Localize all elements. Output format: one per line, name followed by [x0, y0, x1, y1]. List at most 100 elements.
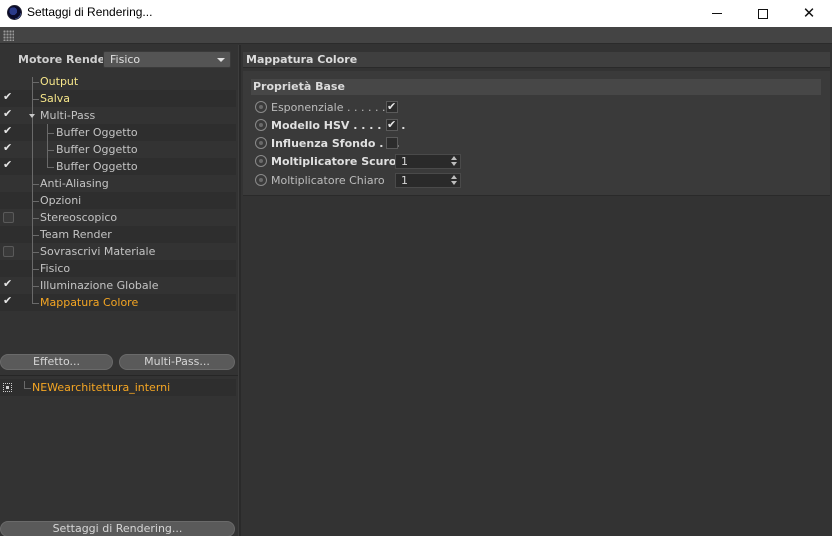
section-header: Mappatura Colore [243, 52, 830, 68]
tree-branch-line [32, 184, 39, 185]
tree-branch-line [32, 235, 39, 236]
section-title: Mappatura Colore [246, 53, 358, 66]
enabled-checkmark[interactable] [3, 277, 14, 291]
tree-item-label: Anti-Aliasing [40, 177, 109, 190]
parameter-number-input[interactable]: 1 [395, 154, 461, 169]
spinner-arrows-icon[interactable] [451, 156, 458, 167]
left-panel: Motore Render Fisico Output Salva Multi-Pa… [0, 45, 238, 536]
enabled-checkmark[interactable] [3, 107, 14, 121]
tree-branch-line [24, 388, 31, 389]
parameter-number-value: 1 [401, 174, 408, 187]
title-bar: Settaggi di Rendering... ✕ [0, 0, 832, 27]
tree-item-label: Sovrascrivi Materiale [40, 245, 156, 258]
tree-item-label: Fisico [40, 262, 71, 275]
render-preset-icon [3, 383, 12, 392]
tree-item[interactable]: Opzioni [0, 192, 236, 209]
group-title: Proprietà Base [253, 80, 345, 93]
enable-checkbox[interactable] [3, 246, 14, 257]
multipass-button[interactable]: Multi-Pass... [119, 354, 235, 370]
render-engine-row: Motore Render Fisico [0, 50, 238, 70]
tree-item[interactable]: Buffer Oggetto [0, 141, 236, 158]
render-engine-select[interactable]: Fisico [103, 51, 231, 68]
parameter-label: Esponenziale . . . . . . . [271, 101, 393, 114]
tree-item[interactable]: Salva [0, 90, 236, 107]
enabled-checkmark[interactable] [3, 294, 14, 308]
tree-item[interactable]: Team Render [0, 226, 236, 243]
parameter-label: Influenza Sfondo . . . [271, 137, 400, 150]
tree-item[interactable]: Stereoscopico [0, 209, 236, 226]
tree-item-label: Salva [40, 92, 71, 105]
tree-item-label: Buffer Oggetto [56, 126, 138, 139]
spinner-arrows-icon[interactable] [451, 175, 458, 186]
tree-item-label: Opzioni [40, 194, 82, 207]
tree-item[interactable]: Buffer Oggetto [0, 124, 236, 141]
tree-item-label: Stereoscopico [40, 211, 118, 224]
render-engine-label: Motore Render [18, 53, 111, 66]
parameter-row: Moltiplicatore Scuro 1 [253, 153, 823, 170]
expand-triangle-icon[interactable] [29, 114, 35, 118]
settings-tree: Output Salva Multi-Pass Buffer Oggetto Buffe… [0, 73, 238, 311]
effect-button[interactable]: Effetto... [0, 354, 113, 370]
tree-item-label: Buffer Oggetto [56, 160, 138, 173]
grip-handle-icon[interactable] [3, 30, 14, 41]
minimize-button[interactable] [694, 0, 740, 27]
animate-keyframe-radio-icon[interactable] [255, 119, 267, 131]
minimize-icon [712, 13, 722, 14]
tree-item[interactable]: Illuminazione Globale [0, 277, 236, 294]
tree-item[interactable]: Anti-Aliasing [0, 175, 236, 192]
tree-item[interactable]: Multi-Pass [0, 107, 236, 124]
close-button[interactable]: ✕ [786, 0, 832, 27]
parameter-row: Influenza Sfondo . . . [253, 135, 823, 152]
animate-keyframe-radio-icon[interactable] [255, 101, 267, 113]
tree-branch-line [32, 286, 39, 287]
tree-branch-line [32, 303, 39, 304]
enabled-checkmark[interactable] [3, 141, 14, 155]
close-icon: ✕ [802, 4, 816, 22]
enabled-checkmark[interactable] [3, 124, 14, 138]
tree-item-label: Multi-Pass [40, 109, 96, 122]
tree-item[interactable]: Output [0, 73, 236, 94]
render-setting-preset-item[interactable]: NEWearchitettura_interni [0, 379, 236, 396]
parameter-row: Modello HSV . . . . . . . [253, 117, 823, 134]
tree-branch-line [32, 201, 39, 202]
parameter-row: Esponenziale . . . . . . . [253, 99, 823, 116]
tree-branch-line [47, 133, 54, 134]
tree-branch-line [32, 218, 39, 219]
maximize-button[interactable] [740, 0, 786, 27]
render-engine-value: Fisico [110, 53, 141, 66]
enabled-checkmark[interactable] [3, 90, 14, 104]
tree-item-label: Team Render [40, 228, 112, 241]
render-preset-label: NEWearchitettura_interni [32, 381, 171, 394]
parameter-label: Moltiplicatore Chiaro [271, 174, 385, 187]
parameter-number-value: 1 [401, 155, 408, 168]
parameter-number-input[interactable]: 1 [395, 173, 461, 188]
parameter-row: Moltiplicatore Chiaro 1 [253, 172, 823, 189]
animate-keyframe-radio-icon[interactable] [255, 174, 267, 186]
tree-item[interactable]: Mappatura Colore [0, 294, 236, 311]
tree-item[interactable]: Sovrascrivi Materiale [0, 243, 236, 260]
parameter-checkbox[interactable] [386, 118, 398, 131]
cinema4d-app-icon [7, 5, 22, 20]
group-header[interactable]: Proprietà Base [251, 79, 821, 95]
tree-branch-line [47, 158, 48, 167]
tree-branch-line [32, 269, 39, 270]
tree-item[interactable]: Fisico [0, 260, 236, 277]
enabled-checkmark[interactable] [3, 158, 14, 172]
parameter-checkbox[interactable] [386, 100, 398, 113]
render-settings-button[interactable]: Settaggi di Rendering... [0, 521, 235, 536]
tree-branch-line [32, 82, 39, 83]
tree-branch-line [32, 158, 33, 175]
animate-keyframe-radio-icon[interactable] [255, 137, 267, 149]
tree-item[interactable]: Buffer Oggetto [0, 158, 236, 175]
tree-item-label: Output [40, 75, 79, 88]
basic-properties-group: Proprietà Base Esponenziale . . . . . . … [243, 71, 830, 196]
tree-branch-line [32, 141, 33, 158]
tree-branch-line [47, 167, 54, 168]
enable-checkbox[interactable] [3, 212, 14, 223]
tree-item-label: Illuminazione Globale [40, 279, 159, 292]
toolbar-strip [0, 27, 832, 44]
tree-branch-line [32, 99, 39, 100]
animate-keyframe-radio-icon[interactable] [255, 155, 267, 167]
parameter-checkbox[interactable] [386, 137, 398, 149]
tree-branch-line [32, 124, 33, 141]
